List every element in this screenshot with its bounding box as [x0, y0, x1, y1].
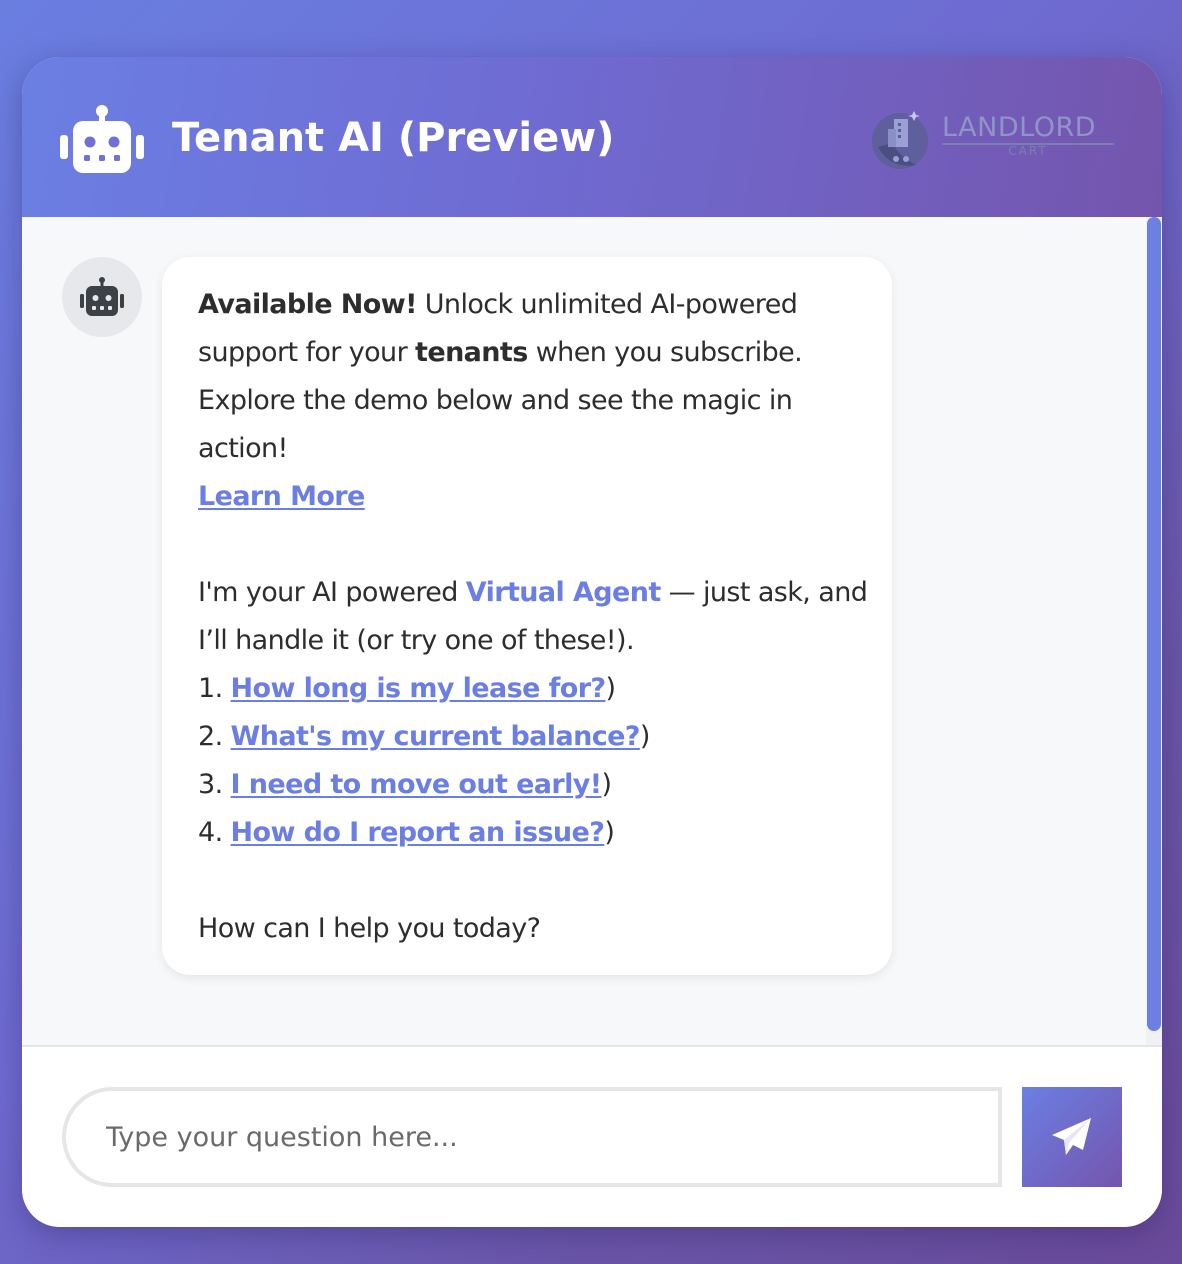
learn-more-link[interactable]: Learn More [198, 481, 365, 512]
logo-subtitle: CART [942, 143, 1114, 157]
chat-window: Tenant AI (Preview) LANDLORD CART Availa… [22, 57, 1162, 1227]
suggestion-link-lease[interactable]: How long is my lease for? [231, 673, 607, 704]
closing-question: How can I help you today? [198, 913, 541, 944]
suggestion-paren: ) [601, 769, 613, 800]
send-button[interactable] [1022, 1087, 1122, 1187]
scrollbar-track[interactable] [1146, 217, 1162, 1045]
suggestion-link-balance[interactable]: What's my current balance? [231, 721, 641, 752]
paper-plane-icon [1052, 1118, 1091, 1155]
tenants-label: tenants [415, 337, 528, 368]
suggestion-paren: ) [639, 721, 651, 752]
suggestion-number: 2. [198, 721, 223, 752]
bot-message-text: Available Now! Unlock unlimited AI-power… [198, 281, 878, 953]
intro-paragraph: I'm your AI powered Virtual Agent — just… [198, 569, 878, 665]
input-bar [22, 1045, 1162, 1227]
promo-paragraph: Available Now! Unlock unlimited AI-power… [198, 281, 878, 473]
suggestion-number: 4. [198, 817, 223, 848]
question-input[interactable] [62, 1087, 1002, 1187]
suggestion-paren: ) [605, 673, 617, 704]
logo-name: LANDLORD [942, 112, 1097, 143]
suggestion-number: 3. [198, 769, 223, 800]
suggestion-item: 1. How long is my lease for?) [198, 665, 878, 713]
suggestion-item: 2. What's my current balance?) [198, 713, 878, 761]
chat-messages[interactable]: Available Now! Unlock unlimited AI-power… [22, 217, 1162, 1045]
suggestion-number: 1. [198, 673, 223, 704]
suggestion-paren: ) [604, 817, 615, 848]
chat-header: Tenant AI (Preview) LANDLORD CART [22, 57, 1162, 217]
suggestion-item: 4. How do I report an issue?) [198, 809, 878, 857]
robot-icon [80, 277, 124, 316]
available-now-label: Available Now! [198, 289, 417, 320]
virtual-agent-label: Virtual Agent [465, 577, 661, 608]
landlord-cart-logo: LANDLORD CART [870, 107, 1120, 177]
suggestion-item: 3. I need to move out early!) [198, 761, 878, 809]
intro-text-1: I'm your AI powered [198, 577, 466, 608]
bot-avatar [62, 257, 142, 337]
page-title: Tenant AI (Preview) [172, 115, 615, 161]
suggestion-link-report-issue[interactable]: How do I report an issue? [231, 817, 605, 848]
scrollbar-thumb[interactable] [1147, 217, 1161, 1031]
logo-emblem-icon [872, 111, 928, 169]
bot-message-bubble: Available Now! Unlock unlimited AI-power… [162, 257, 892, 975]
suggestion-link-move-out[interactable]: I need to move out early! [231, 769, 603, 800]
page-background: { "header": { "title": "Tenant AI (Previ… [0, 0, 1182, 1264]
robot-icon [60, 105, 144, 173]
